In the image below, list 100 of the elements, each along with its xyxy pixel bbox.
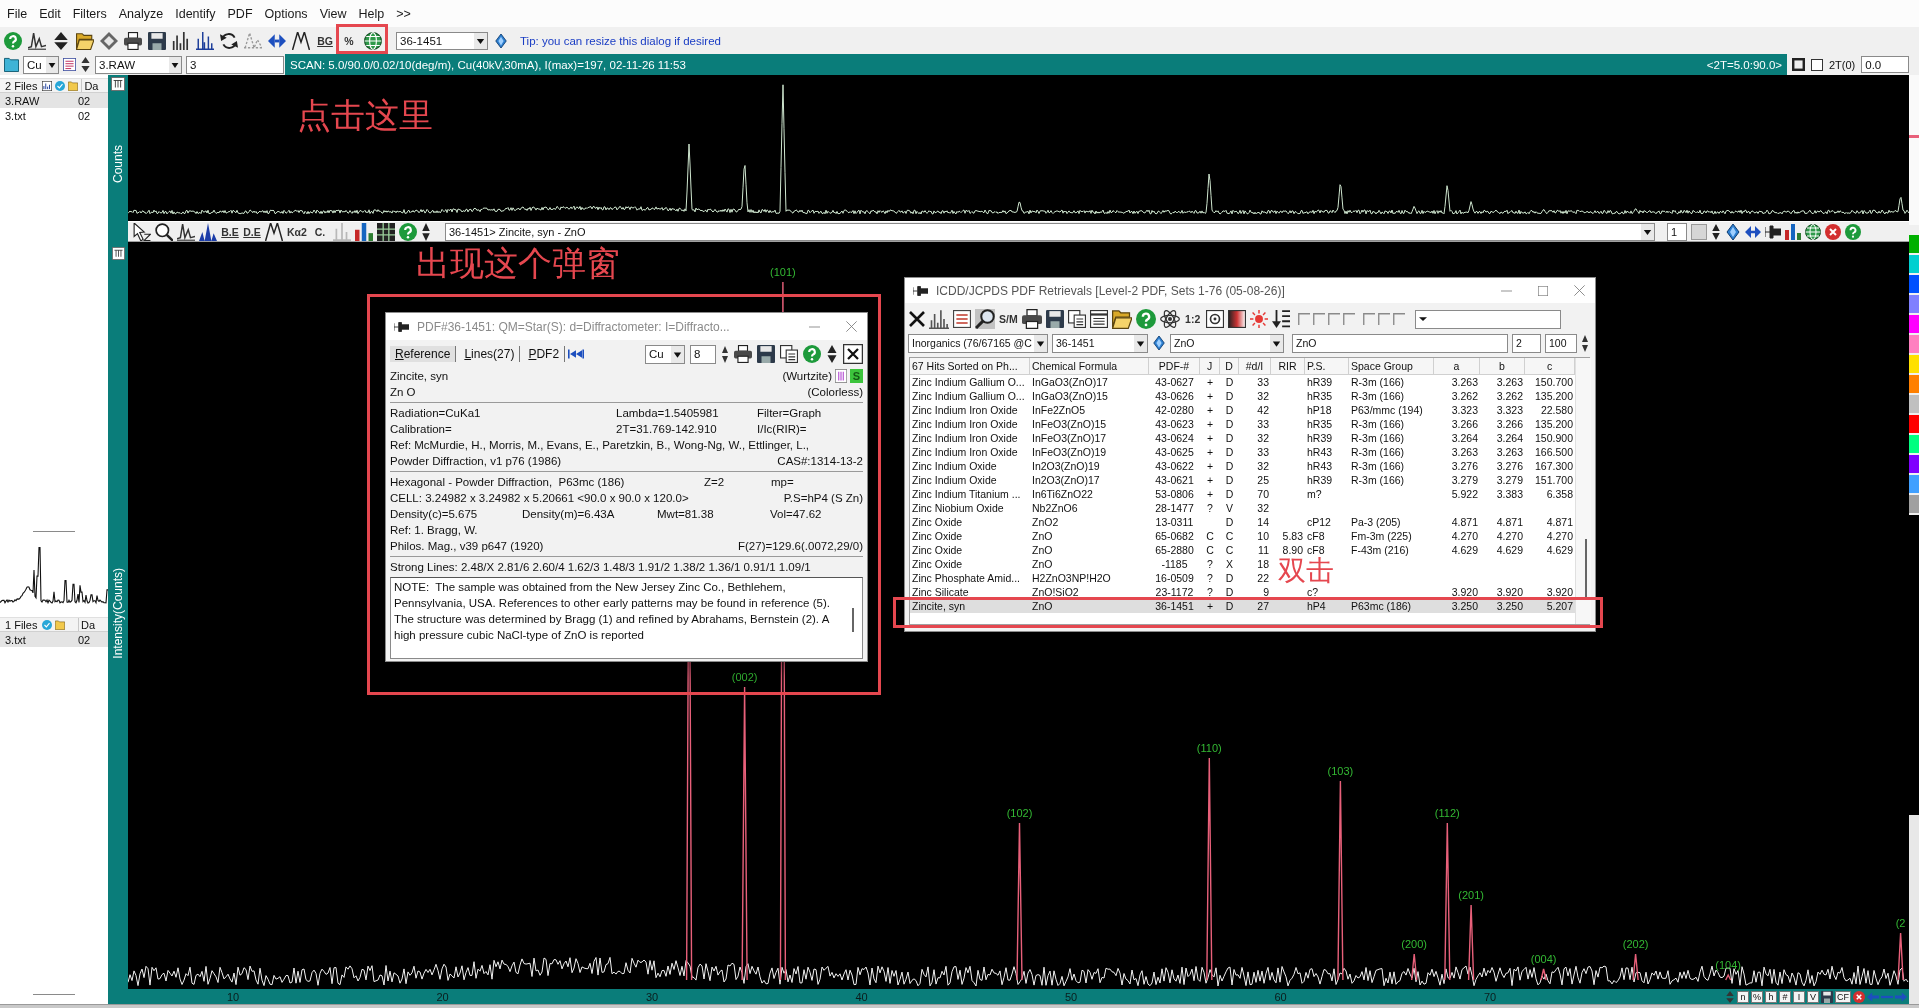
tab[interactable]: Reference <box>390 346 457 362</box>
ruler-icon[interactable] <box>111 247 125 260</box>
copy-icon[interactable] <box>1067 310 1086 328</box>
status-button[interactable]: n <box>1737 990 1749 1003</box>
folder-icon[interactable] <box>1111 309 1132 329</box>
table-icon[interactable] <box>1089 310 1108 328</box>
element-combo[interactable]: ZnO <box>1170 333 1284 353</box>
result-row[interactable]: Zinc Oxide ZnO 65-2880 C C 11 8.90 cF8 F-43m (216) 4.629 4.629 4.629 <box>910 543 1575 557</box>
up-down-arrows-icon[interactable] <box>52 31 70 50</box>
card-combo[interactable]: 36-1451 <box>1052 333 1148 353</box>
text-field[interactable]: 3 <box>186 55 284 74</box>
bar-chart-icon[interactable] <box>1784 223 1801 240</box>
histogram-icon[interactable] <box>929 309 949 329</box>
max-field[interactable]: 100 <box>1545 333 1577 353</box>
diamond-icon[interactable] <box>1152 336 1166 350</box>
help-icon[interactable] <box>4 31 22 50</box>
peak-lines-icon[interactable] <box>196 31 214 50</box>
result-row[interactable]: Zinc Indium Gallium O... InGaO3(ZnO)15 43-0626 + D 32 hR35 R-3m (166) 3.262 3.262 135.200 <box>910 389 1575 403</box>
menu-item[interactable]: Help <box>352 5 391 22</box>
printer-icon[interactable] <box>1021 309 1042 329</box>
diamond-icon[interactable] <box>494 33 508 48</box>
check-circle-icon[interactable] <box>55 80 66 91</box>
bracket-icon[interactable] <box>1312 313 1325 325</box>
column-header[interactable]: c <box>1525 358 1575 375</box>
column-header[interactable]: P.S. <box>1305 358 1349 375</box>
caret-icon[interactable] <box>169 56 181 73</box>
sun-icon[interactable] <box>1249 310 1268 328</box>
caret-icon[interactable] <box>1134 334 1147 352</box>
bracket-icon[interactable] <box>1297 313 1310 325</box>
gradient-icon[interactable] <box>1227 310 1246 328</box>
status-button[interactable]: % <box>1751 990 1763 1003</box>
result-row[interactable]: Zinc Indium Iron Oxide InFeO3(ZnO)19 43-0625 + D 33 hR43 R-3m (166) 3.263 3.263 166.500 <box>910 445 1575 459</box>
pin-icon[interactable] <box>394 320 409 333</box>
help-icon[interactable] <box>803 345 821 363</box>
tool-button[interactable]: D.E <box>243 222 261 241</box>
help-icon[interactable] <box>1135 309 1156 329</box>
offset-field[interactable]: 0.0 <box>1861 56 1910 73</box>
result-row[interactable]: Zinc Indium Oxide In2O3(ZnO)19 43-0622 + D 32 hR43 R-3m (166) 3.276 3.276 167.300 <box>910 459 1575 473</box>
tool-button[interactable]: 1:2 <box>1183 310 1202 328</box>
bracket-icon[interactable] <box>1392 313 1405 325</box>
atom-icon[interactable] <box>1159 309 1180 329</box>
folder-icon[interactable] <box>76 31 94 50</box>
caret-icon[interactable] <box>474 32 487 49</box>
peak-pattern-icon[interactable] <box>177 222 195 241</box>
help-icon[interactable] <box>398 222 417 241</box>
spinner-icon[interactable] <box>721 345 729 363</box>
peak-shape-icon[interactable] <box>265 222 283 241</box>
formula-field[interactable]: ZnO <box>1292 333 1508 353</box>
menu-item[interactable]: Identify <box>169 5 222 22</box>
tool-button[interactable]: BG <box>316 31 334 50</box>
menu-item[interactable]: Filters <box>66 5 113 22</box>
copy-icon[interactable] <box>780 345 798 363</box>
spinner-icon[interactable] <box>1581 334 1589 352</box>
square-icon[interactable] <box>1792 58 1805 71</box>
notes-icon[interactable] <box>63 58 76 71</box>
menu-item[interactable]: View <box>313 5 353 22</box>
count-field[interactable]: 1 <box>1666 222 1687 241</box>
column-header[interactable]: a <box>1434 358 1480 375</box>
scrollbar-thumb[interactable] <box>852 608 854 632</box>
close-circle-icon[interactable] <box>1853 990 1865 1003</box>
status-button[interactable]: # <box>1779 990 1791 1003</box>
column-header[interactable]: b <box>1480 358 1525 375</box>
help-icon[interactable] <box>1844 223 1861 240</box>
tool-button[interactable]: S/M <box>999 310 1018 328</box>
save-icon[interactable] <box>757 345 775 363</box>
column-header[interactable]: Chemical Formula <box>1030 358 1149 375</box>
column-header[interactable]: RIR <box>1271 358 1305 375</box>
folder-icon[interactable] <box>4 57 19 72</box>
checkbox[interactable] <box>1811 58 1823 71</box>
min-field[interactable]: 2 <box>1512 333 1541 353</box>
save-icon[interactable] <box>1045 310 1064 328</box>
close-circle-icon[interactable] <box>1824 223 1841 240</box>
caret-icon[interactable] <box>1418 316 1427 322</box>
tool-button[interactable]: C. <box>310 222 329 241</box>
column-header[interactable]: 67 Hits Sorted on Ph... <box>910 358 1030 375</box>
save-icon[interactable] <box>148 31 166 50</box>
printer-icon[interactable] <box>124 31 142 50</box>
search-icon[interactable] <box>975 309 995 329</box>
spinner-icon[interactable] <box>80 57 91 72</box>
column-header[interactable]: Space Group <box>1349 358 1434 375</box>
grid-icon[interactable] <box>376 222 395 241</box>
refresh-icon[interactable] <box>220 31 238 50</box>
close-icon[interactable] <box>909 311 925 327</box>
column-header[interactable]: #d/I <box>1239 358 1271 375</box>
tool-button[interactable]: Kα2 <box>287 222 307 241</box>
column-header[interactable]: D <box>1220 358 1239 375</box>
column-header[interactable]: J <box>1200 358 1220 375</box>
caret-icon[interactable] <box>671 345 684 363</box>
result-row[interactable]: Zinc Oxide ZnO2 13-0311 D 14 cP12 Pa-3 (205) 4.871 4.871 4.871 <box>910 515 1575 529</box>
tab[interactable]: PDF2 <box>523 346 566 362</box>
target-icon[interactable] <box>1205 310 1224 328</box>
save-icon[interactable] <box>1821 990 1833 1003</box>
bracket-icon[interactable] <box>1377 313 1390 325</box>
menu-item[interactable]: Edit <box>33 5 67 22</box>
tool-button[interactable]: B.E <box>221 222 239 241</box>
card-combo[interactable]: 36-1451 <box>396 31 488 50</box>
anode-combo[interactable]: Cu <box>645 344 685 364</box>
overlay-combo[interactable]: 36-1451> Zincite, syn - ZnO <box>444 222 1655 241</box>
caret-icon[interactable] <box>1034 334 1047 352</box>
result-row[interactable]: Zinc Indium Iron Oxide InFeO3(ZnO)17 43-0624 + D 32 hR39 R-3m (166) 3.264 3.264 150.900 <box>910 431 1575 445</box>
